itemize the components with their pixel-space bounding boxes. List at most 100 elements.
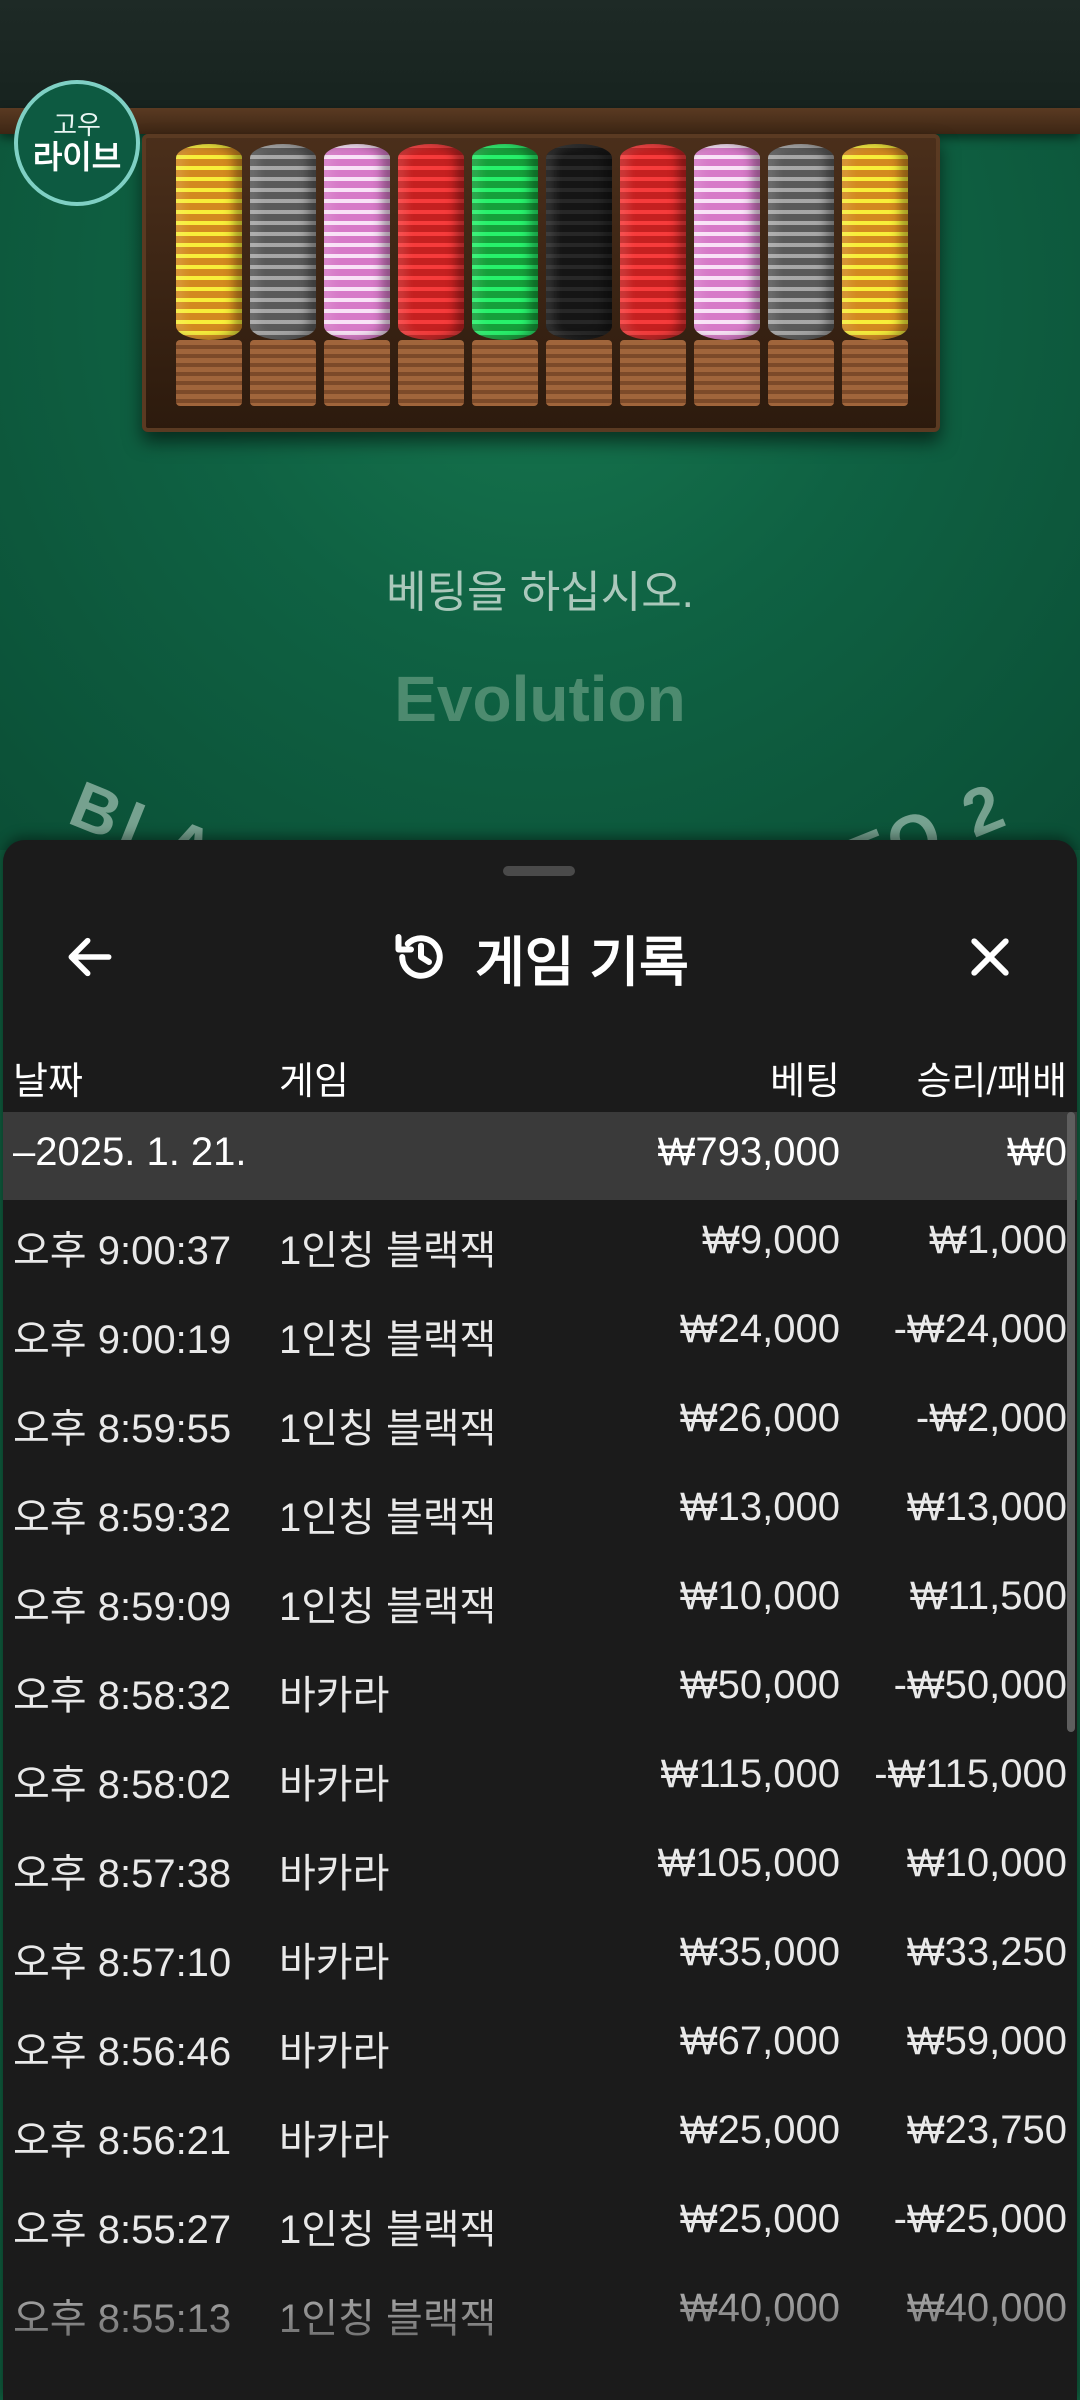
history-list[interactable]: –2025. 1. 21. ₩793,000 ₩0 오후 9:00:37 1인칭 … — [3, 1112, 1077, 2357]
row-result: -₩50,000 — [893, 1663, 1067, 1707]
game-video-area: 고우 라이브 베팅을 하십시오. Evolution BLAC TO 2 — [0, 0, 1080, 850]
row-bet: ₩25,000 — [679, 2197, 840, 2241]
table-felt-text: BLAC TO 2 — [60, 740, 1020, 850]
row-time: 오후 8:59:55 — [13, 1407, 232, 1451]
row-bet: ₩50,000 — [679, 1663, 840, 1707]
history-row[interactable]: 오후 8:59:55 1인칭 블랙잭 ₩26,000 -₩2,000 — [3, 1378, 1077, 1467]
chip-slot — [620, 340, 686, 406]
row-bet: ₩115,000 — [660, 1752, 840, 1796]
history-row[interactable]: 오후 8:56:21 바카라 ₩25,000 ₩23,750 — [3, 2090, 1077, 2179]
chip-slot — [472, 340, 538, 406]
chip-slot — [546, 340, 612, 406]
row-result: ₩40,000 — [906, 2286, 1067, 2330]
row-result: -₩25,000 — [893, 2197, 1067, 2241]
chip-slot — [398, 340, 464, 406]
row-bet: ₩9,000 — [702, 1218, 840, 1262]
row-game: 바카라 — [279, 1941, 390, 1985]
drag-handle[interactable] — [503, 866, 575, 876]
place-bets-message: 베팅을 하십시오. — [386, 568, 694, 617]
close-button[interactable] — [955, 922, 1025, 992]
row-bet: ₩26,000 — [679, 1396, 840, 1440]
row-time: 오후 8:59:09 — [13, 1585, 232, 1629]
close-icon — [971, 938, 1009, 976]
chip-column — [472, 144, 538, 340]
chip-column — [546, 144, 612, 340]
row-time: 오후 8:57:10 — [13, 1941, 232, 1985]
row-game: 바카라 — [279, 1763, 390, 1807]
row-result: ₩11,500 — [909, 1574, 1067, 1618]
row-time: 오후 9:00:37 — [13, 1229, 232, 1273]
row-bet: ₩24,000 — [679, 1307, 840, 1351]
chip-stack — [694, 144, 760, 408]
row-bet: ₩35,000 — [679, 1930, 840, 1974]
chip-slot — [324, 340, 390, 406]
chip-column — [842, 144, 908, 340]
chip-column — [768, 144, 834, 340]
row-game: 1인칭 블랙잭 — [279, 1496, 497, 1540]
chip-stack — [398, 144, 464, 408]
row-game: 1인칭 블랙잭 — [279, 1229, 497, 1273]
history-icon — [395, 934, 443, 979]
history-row[interactable]: 오후 8:57:10 바카라 ₩35,000 ₩33,250 — [3, 1912, 1077, 2001]
chip-stack — [250, 144, 316, 408]
chip-column — [250, 144, 316, 340]
chip-tray — [142, 134, 940, 432]
row-result: ₩59,000 — [906, 2019, 1067, 2063]
history-row[interactable]: 오후 8:56:46 바카라 ₩67,000 ₩59,000 — [3, 2001, 1077, 2090]
column-bet: 베팅 — [770, 1061, 840, 1103]
sheet-header: 게임 기록 — [3, 892, 1077, 1012]
game-history-sheet: 게임 기록 날짜 게임 베팅 승리/패배 –2025. 1. 21. ₩793,… — [3, 840, 1077, 2400]
row-bet: ₩67,000 — [679, 2019, 840, 2063]
row-result: ₩13,000 — [906, 1485, 1067, 1529]
sheet-title-group: 게임 기록 — [3, 922, 1077, 993]
chip-column — [694, 144, 760, 340]
row-bet: ₩105,000 — [657, 1841, 840, 1885]
chip-stack — [842, 144, 908, 408]
row-bet: ₩10,000 — [679, 1574, 840, 1618]
row-game: 1인칭 블랙잭 — [279, 1407, 497, 1451]
row-result: ₩33,250 — [906, 1930, 1067, 1974]
row-bet: ₩13,000 — [679, 1485, 840, 1529]
row-bet: ₩25,000 — [679, 2108, 840, 2152]
table-text-left: BLAC — [60, 766, 281, 850]
row-bet: ₩40,000 — [679, 2286, 840, 2330]
chip-column — [176, 144, 242, 340]
group-total-bet: ₩793,000 — [657, 1130, 840, 1174]
logo-line-1: 고우 — [53, 110, 101, 141]
row-time: 오후 8:58:02 — [13, 1763, 232, 1807]
row-game: 1인칭 블랙잭 — [279, 1585, 497, 1629]
row-game: 바카라 — [279, 2030, 390, 2074]
chip-stack — [176, 144, 242, 408]
history-row[interactable]: 오후 8:55:13 1인칭 블랙잭 ₩40,000 ₩40,000 — [3, 2268, 1077, 2357]
history-row[interactable]: 오후 8:55:27 1인칭 블랙잭 ₩25,000 -₩25,000 — [3, 2179, 1077, 2268]
history-row[interactable]: 오후 8:57:38 바카라 ₩105,000 ₩10,000 — [3, 1823, 1077, 1912]
chip-slot — [176, 340, 242, 406]
row-time: 오후 8:55:27 — [13, 2208, 232, 2252]
table-text-right: TO 2 — [834, 766, 1020, 850]
chip-stack — [324, 144, 390, 408]
row-game: 1인칭 블랙잭 — [279, 2208, 497, 2252]
row-game: 1인칭 블랙잭 — [279, 2297, 497, 2341]
history-row[interactable]: 오후 8:58:02 바카라 ₩115,000 -₩115,000 — [3, 1734, 1077, 1823]
history-row[interactable]: 오후 8:59:09 1인칭 블랙잭 ₩10,000 ₩11,500 — [3, 1556, 1077, 1645]
casino-logo: 고우 라이브 — [14, 80, 140, 206]
chip-stack — [546, 144, 612, 408]
row-time: 오후 8:56:21 — [13, 2119, 232, 2163]
row-game: 바카라 — [279, 1674, 390, 1718]
row-time: 오후 8:59:32 — [13, 1496, 232, 1540]
history-row[interactable]: 오후 8:59:32 1인칭 블랙잭 ₩13,000 ₩13,000 — [3, 1467, 1077, 1556]
chip-slot — [694, 340, 760, 406]
column-date: 날짜 — [13, 1061, 83, 1103]
group-total-result: ₩0 — [1007, 1130, 1067, 1174]
history-row[interactable]: 오후 8:58:32 바카라 ₩50,000 -₩50,000 — [3, 1645, 1077, 1734]
chip-column — [324, 144, 390, 340]
date-group-header[interactable]: –2025. 1. 21. ₩793,000 ₩0 — [3, 1112, 1077, 1200]
history-row[interactable]: 오후 9:00:37 1인칭 블랙잭 ₩9,000 ₩1,000 — [3, 1200, 1077, 1289]
row-result: ₩10,000 — [906, 1841, 1067, 1885]
chip-stack — [768, 144, 834, 408]
column-result: 승리/패배 — [916, 1061, 1067, 1103]
scrollbar-thumb[interactable] — [1067, 1112, 1075, 1732]
history-row[interactable]: 오후 9:00:19 1인칭 블랙잭 ₩24,000 -₩24,000 — [3, 1289, 1077, 1378]
chip-stack — [472, 144, 538, 408]
row-time: 오후 9:00:19 — [13, 1318, 232, 1362]
